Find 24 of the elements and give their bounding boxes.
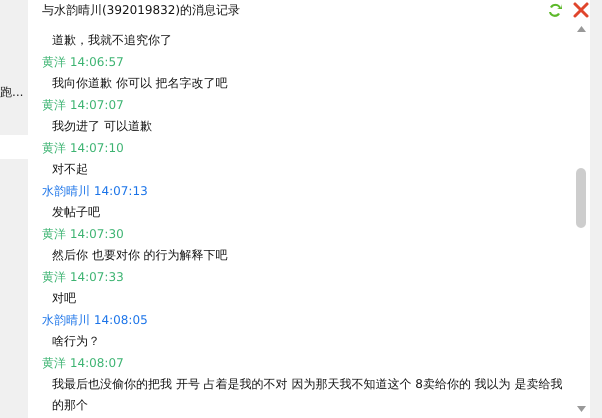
message-text: 对吧 xyxy=(51,290,77,307)
message-header: 水韵晴川 14:08:05 xyxy=(42,312,149,329)
message-header: 黄洋 14:07:10 xyxy=(42,140,125,157)
message-text: 我最后也没偷你的把我 开号 占着是我的不对 因为那天我不知道这个 8卖给你的 我以为 是卖给我的那个 xyxy=(51,376,564,414)
message-text: 我向你道歉 你可以 把名字改了吧 xyxy=(51,75,229,92)
message-header: 水韵晴川 14:07:13 xyxy=(42,183,149,200)
message-header: 黄洋 14:07:30 xyxy=(42,226,125,243)
message-header: 黄洋 14:06:57 xyxy=(42,54,125,71)
close-icon[interactable] xyxy=(572,1,590,19)
message-header: 黄洋 14:07:33 xyxy=(42,269,125,286)
message-text: 对不起 xyxy=(51,161,89,178)
message-text: 我勿进了 可以道歉 xyxy=(51,118,153,135)
window-title: 与水韵晴川(392019832)的消息记录 xyxy=(42,2,242,18)
message-text: 发帖子吧 xyxy=(51,204,101,221)
refresh-icon[interactable] xyxy=(546,1,564,19)
message-header: 黄洋 14:08:07 xyxy=(42,355,125,372)
scroll-down-icon[interactable] xyxy=(576,406,586,412)
truncated-label: 跑... xyxy=(0,84,24,101)
message-text: 道歉，我就不追究你了 xyxy=(51,32,173,49)
scrollbar-thumb[interactable] xyxy=(576,168,586,228)
message-header: 黄洋 14:07:07 xyxy=(42,97,125,114)
message-text: 啥行为？ xyxy=(51,333,101,350)
message-text: 然后你 也要对你 的行为解释下吧 xyxy=(51,247,229,264)
scroll-up-icon[interactable] xyxy=(576,26,586,32)
